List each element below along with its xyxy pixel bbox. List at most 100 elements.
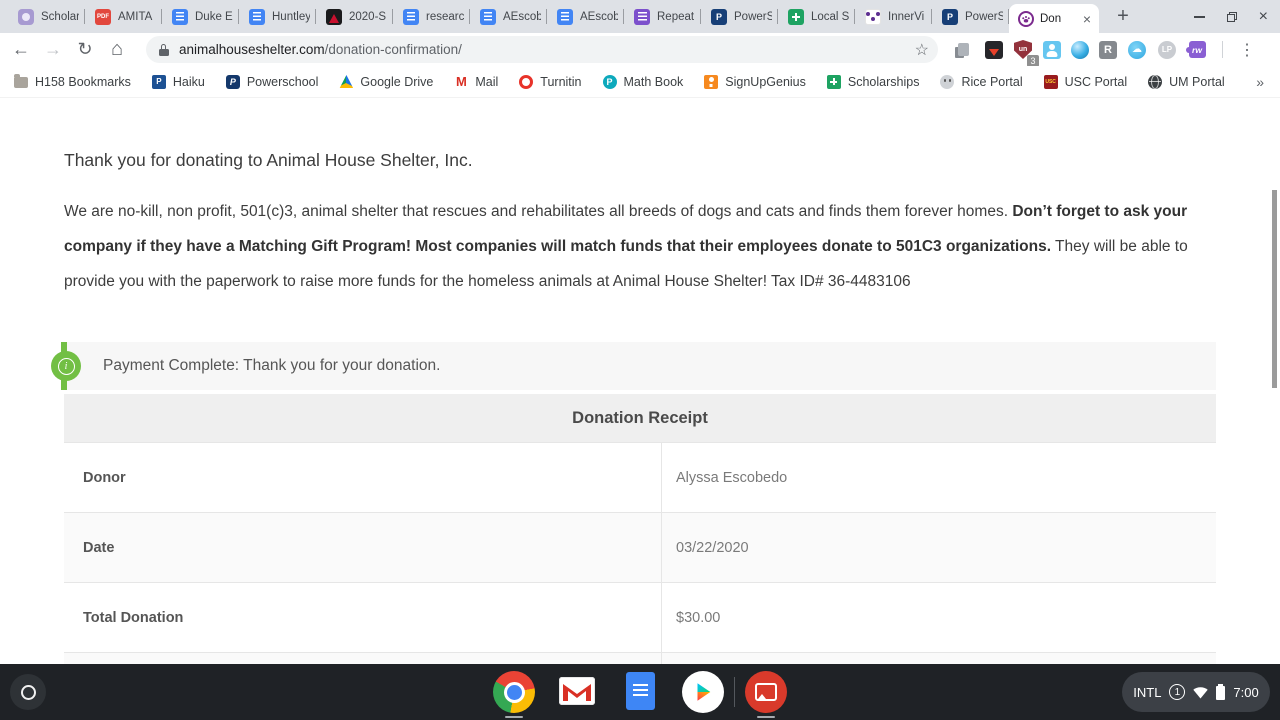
lock-icon[interactable]	[159, 43, 169, 56]
row-label: Donor	[64, 443, 662, 512]
minimize-icon[interactable]	[1193, 15, 1205, 18]
info-icon: i	[51, 351, 81, 381]
bookmark-label: Haiku	[172, 74, 205, 89]
paragraph-text: We are no-kill, non profit, 501(c)3, ani…	[64, 203, 1013, 220]
bookmark-haiku[interactable]: P Haiku	[151, 74, 205, 89]
window-close-icon[interactable]: ×	[1259, 8, 1268, 25]
tab-huntley[interactable]: Huntley	[239, 0, 316, 33]
gmail-icon: M	[455, 74, 467, 89]
tab-repeat[interactable]: Repeat	[624, 0, 701, 33]
folder-icon	[14, 74, 28, 88]
url-text[interactable]: animalhouseshelter.com/donation-confirma…	[179, 42, 462, 57]
globe-extension-icon	[1071, 40, 1089, 59]
gmail-app-icon[interactable]	[559, 677, 595, 705]
bookmark-label: Powerschool	[246, 74, 319, 89]
dark-red-extension-icon	[985, 40, 1003, 59]
tab-scholar[interactable]: Scholar	[8, 0, 85, 33]
extension-readwrite[interactable]: rw	[1183, 33, 1211, 66]
url-path: /donation-confirmation/	[324, 42, 462, 57]
status-tray[interactable]: INTL 1 7:00	[1122, 672, 1270, 712]
new-tab-button[interactable]: +	[1109, 3, 1137, 31]
lastpass-extension-icon: LP	[1158, 40, 1176, 59]
powerschool-favicon-icon: P	[711, 8, 727, 25]
browser-menu-icon[interactable]: ⋮	[1233, 33, 1261, 66]
notice-text: Payment Complete: Thank you for your don…	[103, 357, 441, 374]
tab-local-s[interactable]: Local S	[778, 0, 855, 33]
docs-favicon-icon	[172, 8, 188, 25]
reload-icon[interactable]: ↻	[70, 33, 100, 66]
chrome-running-indicator	[505, 716, 523, 718]
bookmark-math-book[interactable]: P Math Book	[602, 74, 684, 89]
bookmark-label: SignUpGenius	[725, 74, 806, 89]
play-store-app-icon[interactable]	[682, 671, 724, 713]
bookmark-usc-portal[interactable]: USC USC Portal	[1043, 74, 1128, 89]
list-favicon-icon	[634, 8, 650, 25]
r-extension-icon: R	[1099, 40, 1117, 59]
tab-title: PowerS	[965, 10, 1003, 23]
bookmarks-overflow-icon[interactable]: »	[1256, 74, 1264, 90]
bookmark-scholarships[interactable]: Scholarships	[826, 74, 919, 89]
chrome-app-icon[interactable]	[493, 671, 535, 713]
powerschool-icon: P	[225, 74, 240, 89]
table-row: Donor Alyssa Escobedo	[64, 442, 1216, 512]
bookmark-mail[interactable]: M Mail	[454, 74, 499, 89]
restore-icon[interactable]	[1226, 11, 1237, 22]
tab-research[interactable]: researc	[393, 0, 470, 33]
extension-lastpass[interactable]: LP	[1153, 33, 1181, 66]
tab-close-icon[interactable]: ×	[1079, 11, 1095, 27]
sheets-icon	[826, 74, 841, 89]
back-icon[interactable]: ←	[6, 33, 36, 66]
bookmark-turnitin[interactable]: Turnitin	[519, 74, 582, 89]
bookmark-google-drive[interactable]: Google Drive	[339, 75, 433, 89]
tab-strip: Scholar PDF AMITA Duke E Huntley 2020-S …	[0, 0, 1280, 33]
tab-duke[interactable]: Duke E	[162, 0, 239, 33]
bookmark-label: Mail	[475, 74, 499, 89]
tab-innerview[interactable]: InnerVi	[855, 0, 932, 33]
tab-aescob-1[interactable]: AEscob	[470, 0, 547, 33]
bookmark-folder[interactable]: H158 Bookmarks	[14, 74, 131, 89]
tab-2020-s[interactable]: 2020-S	[316, 0, 393, 33]
tab-donation-active[interactable]: Don ×	[1009, 4, 1099, 33]
address-bar[interactable]: animalhouseshelter.com/donation-confirma…	[146, 36, 938, 63]
extension-dark-red[interactable]	[980, 33, 1008, 66]
tab-aescob-2[interactable]: AEscob	[547, 0, 624, 33]
bookmark-star-icon[interactable]: ☆	[915, 40, 929, 60]
tab-powerschool-1[interactable]: P PowerS	[701, 0, 778, 33]
tab-amita[interactable]: PDF AMITA	[85, 0, 162, 33]
pdf-favicon-icon: PDF	[95, 8, 111, 25]
screenshot-app-icon[interactable]	[745, 671, 787, 713]
bookmark-label: USC Portal	[1064, 74, 1128, 89]
owl-icon	[940, 74, 955, 89]
docs-favicon-icon	[403, 8, 419, 25]
bookmark-signupgenius[interactable]: SignUpGenius	[704, 74, 806, 89]
bookmark-powerschool[interactable]: P Powerschool	[225, 74, 319, 89]
extension-pages[interactable]	[949, 33, 977, 66]
bookmark-rice-portal[interactable]: Rice Portal	[940, 74, 1023, 89]
tab-powerschool-2[interactable]: P PowerS	[932, 0, 1009, 33]
extension-shield[interactable]: un 3	[1009, 33, 1039, 67]
shelf-divider	[734, 677, 735, 707]
extension-person[interactable]	[1038, 33, 1066, 66]
tab-title: AMITA	[118, 10, 153, 23]
docs-app-icon[interactable]	[626, 672, 655, 710]
bookmarks-bar: H158 Bookmarks P Haiku P Powerschool Googl…	[0, 66, 1280, 98]
bookmark-um-portal[interactable]: UM Portal	[1148, 74, 1225, 89]
table-row: Date 03/22/2020	[64, 512, 1216, 582]
extension-r[interactable]: R	[1094, 33, 1122, 66]
tab-title: researc	[426, 10, 464, 23]
extension-cloud[interactable]: ☁	[1123, 33, 1151, 66]
page-scrollbar[interactable]	[1272, 190, 1277, 388]
extension-globe[interactable]	[1066, 33, 1094, 66]
act-favicon-icon	[326, 8, 342, 25]
bookmark-label: Math Book	[623, 74, 684, 89]
launcher-button[interactable]	[10, 674, 46, 710]
bookmark-label: H158 Bookmarks	[35, 74, 131, 89]
row-label	[64, 653, 662, 664]
receipt-table: Donor Alyssa Escobedo Date 03/22/2020 To…	[64, 442, 1216, 664]
tab-title: AEscob	[580, 10, 618, 23]
forward-icon[interactable]: →	[38, 33, 68, 66]
bookmark-label: UM Portal	[1169, 74, 1225, 89]
home-icon[interactable]: ⌂	[102, 33, 132, 66]
input-method-label: INTL	[1133, 684, 1162, 700]
table-row: Total Donation $30.00	[64, 582, 1216, 652]
